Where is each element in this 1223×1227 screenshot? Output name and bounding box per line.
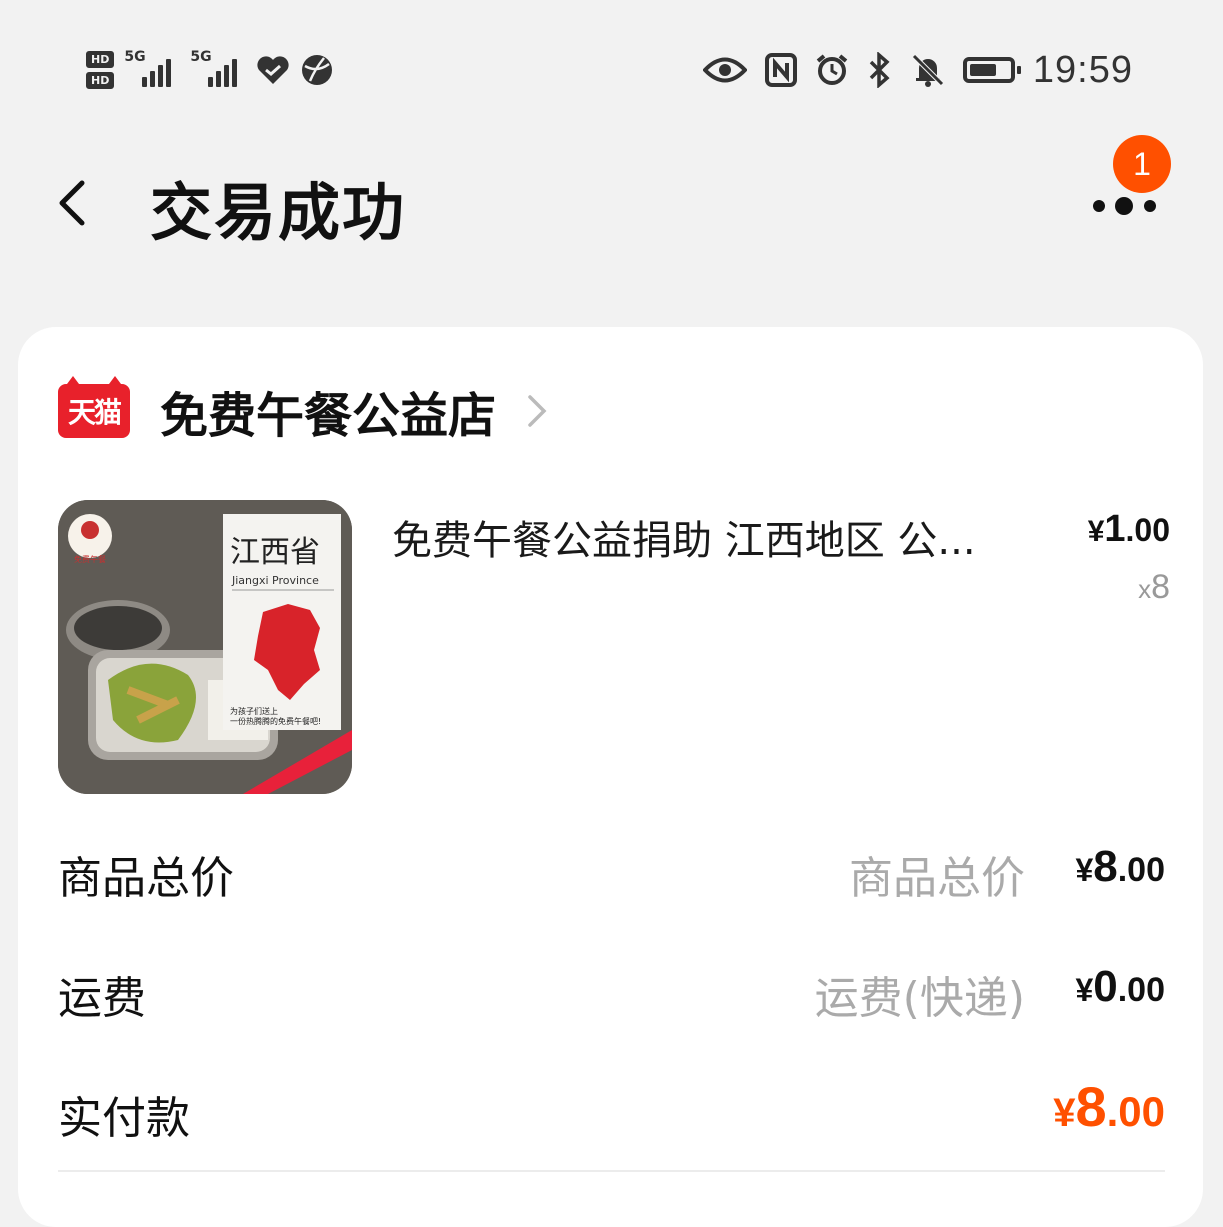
value-integer: 8: [1093, 842, 1118, 891]
heart-icon: [257, 56, 289, 84]
hd-indicators: HD HD: [86, 51, 115, 89]
product-unit-price: ¥1.00: [1088, 508, 1170, 551]
image-slogan-1: 为孩子们送上: [230, 706, 278, 716]
value-integer: 0: [1093, 962, 1118, 1011]
tmall-logo-label: 天猫: [67, 396, 122, 429]
more-dots-icon: [1115, 197, 1133, 215]
status-left: HD HD 5G 5G: [86, 46, 334, 94]
image-slogan-2: 一份热腾腾的免费午餐吧!: [230, 716, 321, 726]
quantity-prefix: x: [1138, 574, 1152, 604]
value-decimal: .00: [1106, 1088, 1165, 1135]
image-province-en-text: Jiangxi Province: [231, 574, 319, 587]
shop-name: 免费午餐公益店: [160, 388, 497, 444]
bell-muted-icon: [912, 54, 944, 87]
signal-icon: 5G: [124, 49, 180, 87]
product-image: 江西省 Jiangxi Province 为孩子们送上 一份热腾腾的免费午餐吧!…: [58, 500, 352, 794]
goods-total-row: 商品总价 商品总价 ¥8.00: [58, 842, 1165, 904]
currency-symbol: ¥: [1053, 1091, 1076, 1135]
shipping-sublabel: 运费(快递): [814, 973, 1025, 1024]
globe-icon: [302, 55, 333, 85]
product-quantity: x8: [1138, 568, 1170, 607]
hd-icon: HD: [86, 72, 115, 89]
back-button[interactable]: [52, 178, 92, 228]
hd-icon: HD: [86, 51, 115, 68]
bluetooth-icon: [869, 52, 890, 88]
product-title: 免费午餐公益捐助 江西地区 公...: [392, 518, 976, 564]
more-options-button[interactable]: [1085, 190, 1165, 220]
goods-total-label: 商品总价: [58, 853, 234, 904]
currency-symbol: ¥: [1075, 852, 1094, 888]
clock-time: 19:59: [1032, 48, 1133, 91]
shipping-value: ¥0.00: [1075, 962, 1165, 1012]
image-logo-text: 免费午餐: [74, 554, 106, 564]
shop-link[interactable]: 天猫 免费午餐公益店: [58, 376, 548, 444]
product-item[interactable]: 江西省 Jiangxi Province 为孩子们送上 一份热腾腾的免费午餐吧!…: [58, 500, 1170, 795]
value-decimal: .00: [1117, 851, 1165, 889]
nfc-icon: [764, 53, 797, 87]
network-type-label: 5G: [124, 49, 146, 65]
battery-icon: [962, 57, 1021, 83]
price-integer: 1: [1104, 508, 1126, 550]
network-type-label: 5G: [190, 49, 212, 65]
goods-total-sublabel: 商品总价: [849, 853, 1025, 904]
tmall-logo: 天猫: [58, 376, 130, 438]
alarm-icon: [816, 54, 848, 85]
status-right: 19:59: [702, 46, 1133, 94]
currency-symbol: ¥: [1075, 972, 1094, 1008]
page-title: 交易成功: [150, 176, 407, 249]
goods-total-value: ¥8.00: [1075, 842, 1165, 892]
quantity-value: 8: [1151, 568, 1170, 606]
shipping-label: 运费: [58, 973, 146, 1024]
amount-paid-row: 实付款 ¥8.00: [58, 1075, 1165, 1144]
chevron-left-icon: [59, 180, 85, 226]
status-bar: HD HD 5G 5G 19:59: [0, 0, 1223, 130]
more-dots-icon: [1093, 200, 1105, 212]
image-province-text: 江西省: [230, 535, 320, 570]
currency-symbol: ¥: [1087, 515, 1105, 548]
value-integer: 8: [1075, 1075, 1107, 1138]
eye-icon: [702, 57, 747, 83]
price-decimal: .00: [1125, 512, 1170, 548]
amount-paid-label: 实付款: [58, 1093, 190, 1144]
amount-paid-value: ¥8.00: [1053, 1074, 1165, 1139]
signal-icon: 5G: [190, 49, 246, 87]
chevron-right-icon: [528, 395, 547, 427]
notification-badge: 1: [1113, 135, 1171, 193]
top-nav-bar: 交易成功: [0, 130, 1223, 280]
value-decimal: .00: [1117, 971, 1165, 1009]
divider: [58, 1170, 1165, 1172]
order-card: 天猫 免费午餐公益店 江西省 Jiangxi Province 为孩子们送上 一…: [18, 327, 1203, 1227]
more-dots-icon: [1144, 200, 1156, 212]
shipping-row: 运费 运费(快递) ¥0.00: [58, 962, 1165, 1024]
